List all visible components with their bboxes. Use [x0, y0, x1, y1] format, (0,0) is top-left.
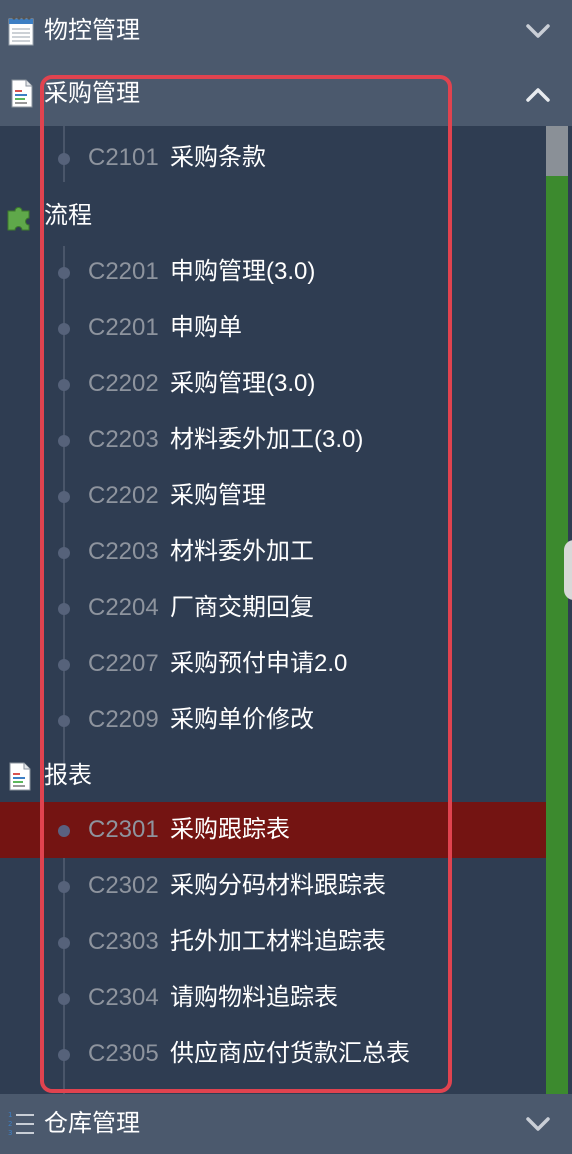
- menu-item-c2305[interactable]: C2305 供应商应付货款汇总表: [0, 1026, 546, 1082]
- item-code: C2201: [88, 258, 159, 285]
- menu-header-wukong[interactable]: 物控管理: [0, 0, 572, 62]
- item-code: C2202: [88, 370, 159, 397]
- tree-node-dot: [58, 547, 70, 559]
- svg-text:2: 2: [8, 1120, 12, 1128]
- menu-header-warehouse[interactable]: 123 仓库管理: [0, 1094, 572, 1154]
- item-label: 材料委外加工(3.0): [170, 426, 364, 453]
- collapse-handle[interactable]: [564, 540, 572, 600]
- scrollbar-accent-bar: [546, 176, 568, 1094]
- tree-node-dot: [58, 153, 70, 165]
- tree-node-dot: [58, 937, 70, 949]
- menu-item-c2101[interactable]: C2101 采购条款: [0, 130, 546, 186]
- item-label: 采购分码材料跟踪表: [170, 872, 386, 899]
- item-label: 托外加工材料追踪表: [170, 928, 386, 955]
- item-code: C2101: [88, 144, 159, 171]
- section-title: 流程: [44, 202, 92, 229]
- numbered-list-icon: 123: [8, 1111, 34, 1137]
- menu-item-c2201-v3[interactable]: C2201 申购管理(3.0): [0, 244, 546, 300]
- item-code: C2303: [88, 928, 159, 955]
- tree-node-dot: [58, 993, 70, 1005]
- tree-node-dot: [58, 323, 70, 335]
- tree-node-dot: [58, 715, 70, 727]
- tree-node-dot: [58, 825, 70, 837]
- notepad-icon: [8, 16, 34, 46]
- menu-item-c2302[interactable]: C2302 采购分码材料跟踪表: [0, 858, 546, 914]
- item-label: 申购单: [170, 314, 242, 341]
- item-code: C2203: [88, 538, 159, 565]
- menu-item-c2209[interactable]: C2209 采购单价修改: [0, 692, 546, 748]
- menu-header-purchase[interactable]: 采购管理: [0, 62, 572, 126]
- item-label: 供应商应付货款汇总表: [170, 1040, 410, 1067]
- svg-text:3: 3: [8, 1129, 12, 1137]
- chevron-up-icon[interactable]: [524, 83, 552, 107]
- tree-node-dot: [58, 659, 70, 671]
- menu-header-title: 仓库管理: [44, 1110, 140, 1137]
- tree-node-dot: [58, 267, 70, 279]
- svg-text:1: 1: [8, 1111, 12, 1119]
- menu-item-c2203-v3[interactable]: C2203 材料委外加工(3.0): [0, 412, 546, 468]
- item-code: C2301: [88, 816, 159, 843]
- document-icon: [9, 762, 31, 791]
- menu-item-c2202[interactable]: C2202 采购管理: [0, 468, 546, 524]
- item-label: 请购物料追踪表: [170, 984, 338, 1011]
- menu-header-title: 采购管理: [44, 80, 140, 107]
- item-code: C2203: [88, 426, 159, 453]
- item-code: C2209: [88, 706, 159, 733]
- purchase-submenu: C2101 采购条款 流程 C2201 申购管理(3.0) C2201 申购单 …: [0, 126, 546, 1094]
- document-icon: [11, 79, 33, 108]
- item-label: 材料委外加工: [170, 538, 314, 565]
- tree-node-dot: [58, 1049, 70, 1061]
- item-code: C2207: [88, 650, 159, 677]
- item-label: 厂商交期回复: [170, 594, 314, 621]
- item-label: 申购管理(3.0): [170, 258, 316, 285]
- item-code: C2305: [88, 1040, 159, 1067]
- puzzle-icon: [7, 207, 30, 231]
- menu-item-c2201[interactable]: C2201 申购单: [0, 300, 546, 356]
- section-flow: 流程: [0, 188, 546, 244]
- tree-node-dot: [58, 881, 70, 893]
- item-label: 采购预付申请2.0: [170, 650, 348, 677]
- tree-node-dot: [58, 379, 70, 391]
- menu-item-c2303[interactable]: C2303 托外加工材料追踪表: [0, 914, 546, 970]
- section-title: 报表: [44, 762, 92, 789]
- item-label: 采购管理(3.0): [170, 370, 316, 397]
- tree-node-dot: [58, 435, 70, 447]
- menu-item-c2301-active[interactable]: C2301 采购跟踪表: [0, 802, 546, 858]
- scrollbar-thumb[interactable]: [546, 126, 568, 176]
- item-label: 采购管理: [170, 482, 266, 509]
- menu-header-title: 物控管理: [44, 17, 140, 44]
- item-label: 采购条款: [170, 144, 266, 171]
- menu-item-c2304[interactable]: C2304 请购物料追踪表: [0, 970, 546, 1026]
- menu-item-c2202-v3[interactable]: C2202 采购管理(3.0): [0, 356, 546, 412]
- item-label: 采购跟踪表: [170, 816, 290, 843]
- chevron-down-icon[interactable]: [524, 1112, 552, 1136]
- chevron-down-icon[interactable]: [524, 19, 552, 43]
- item-label: 采购单价修改: [170, 706, 314, 733]
- item-code: C2302: [88, 872, 159, 899]
- menu-item-c2207[interactable]: C2207 采购预付申请2.0: [0, 636, 546, 692]
- menu-item-c2203[interactable]: C2203 材料委外加工: [0, 524, 546, 580]
- menu-item-c2204[interactable]: C2204 厂商交期回复: [0, 580, 546, 636]
- section-report: 报表: [0, 748, 546, 804]
- item-code: C2201: [88, 314, 159, 341]
- item-code: C2202: [88, 482, 159, 509]
- item-code: C2204: [88, 594, 159, 621]
- tree-node-dot: [58, 603, 70, 615]
- item-code: C2304: [88, 984, 159, 1011]
- tree-node-dot: [58, 491, 70, 503]
